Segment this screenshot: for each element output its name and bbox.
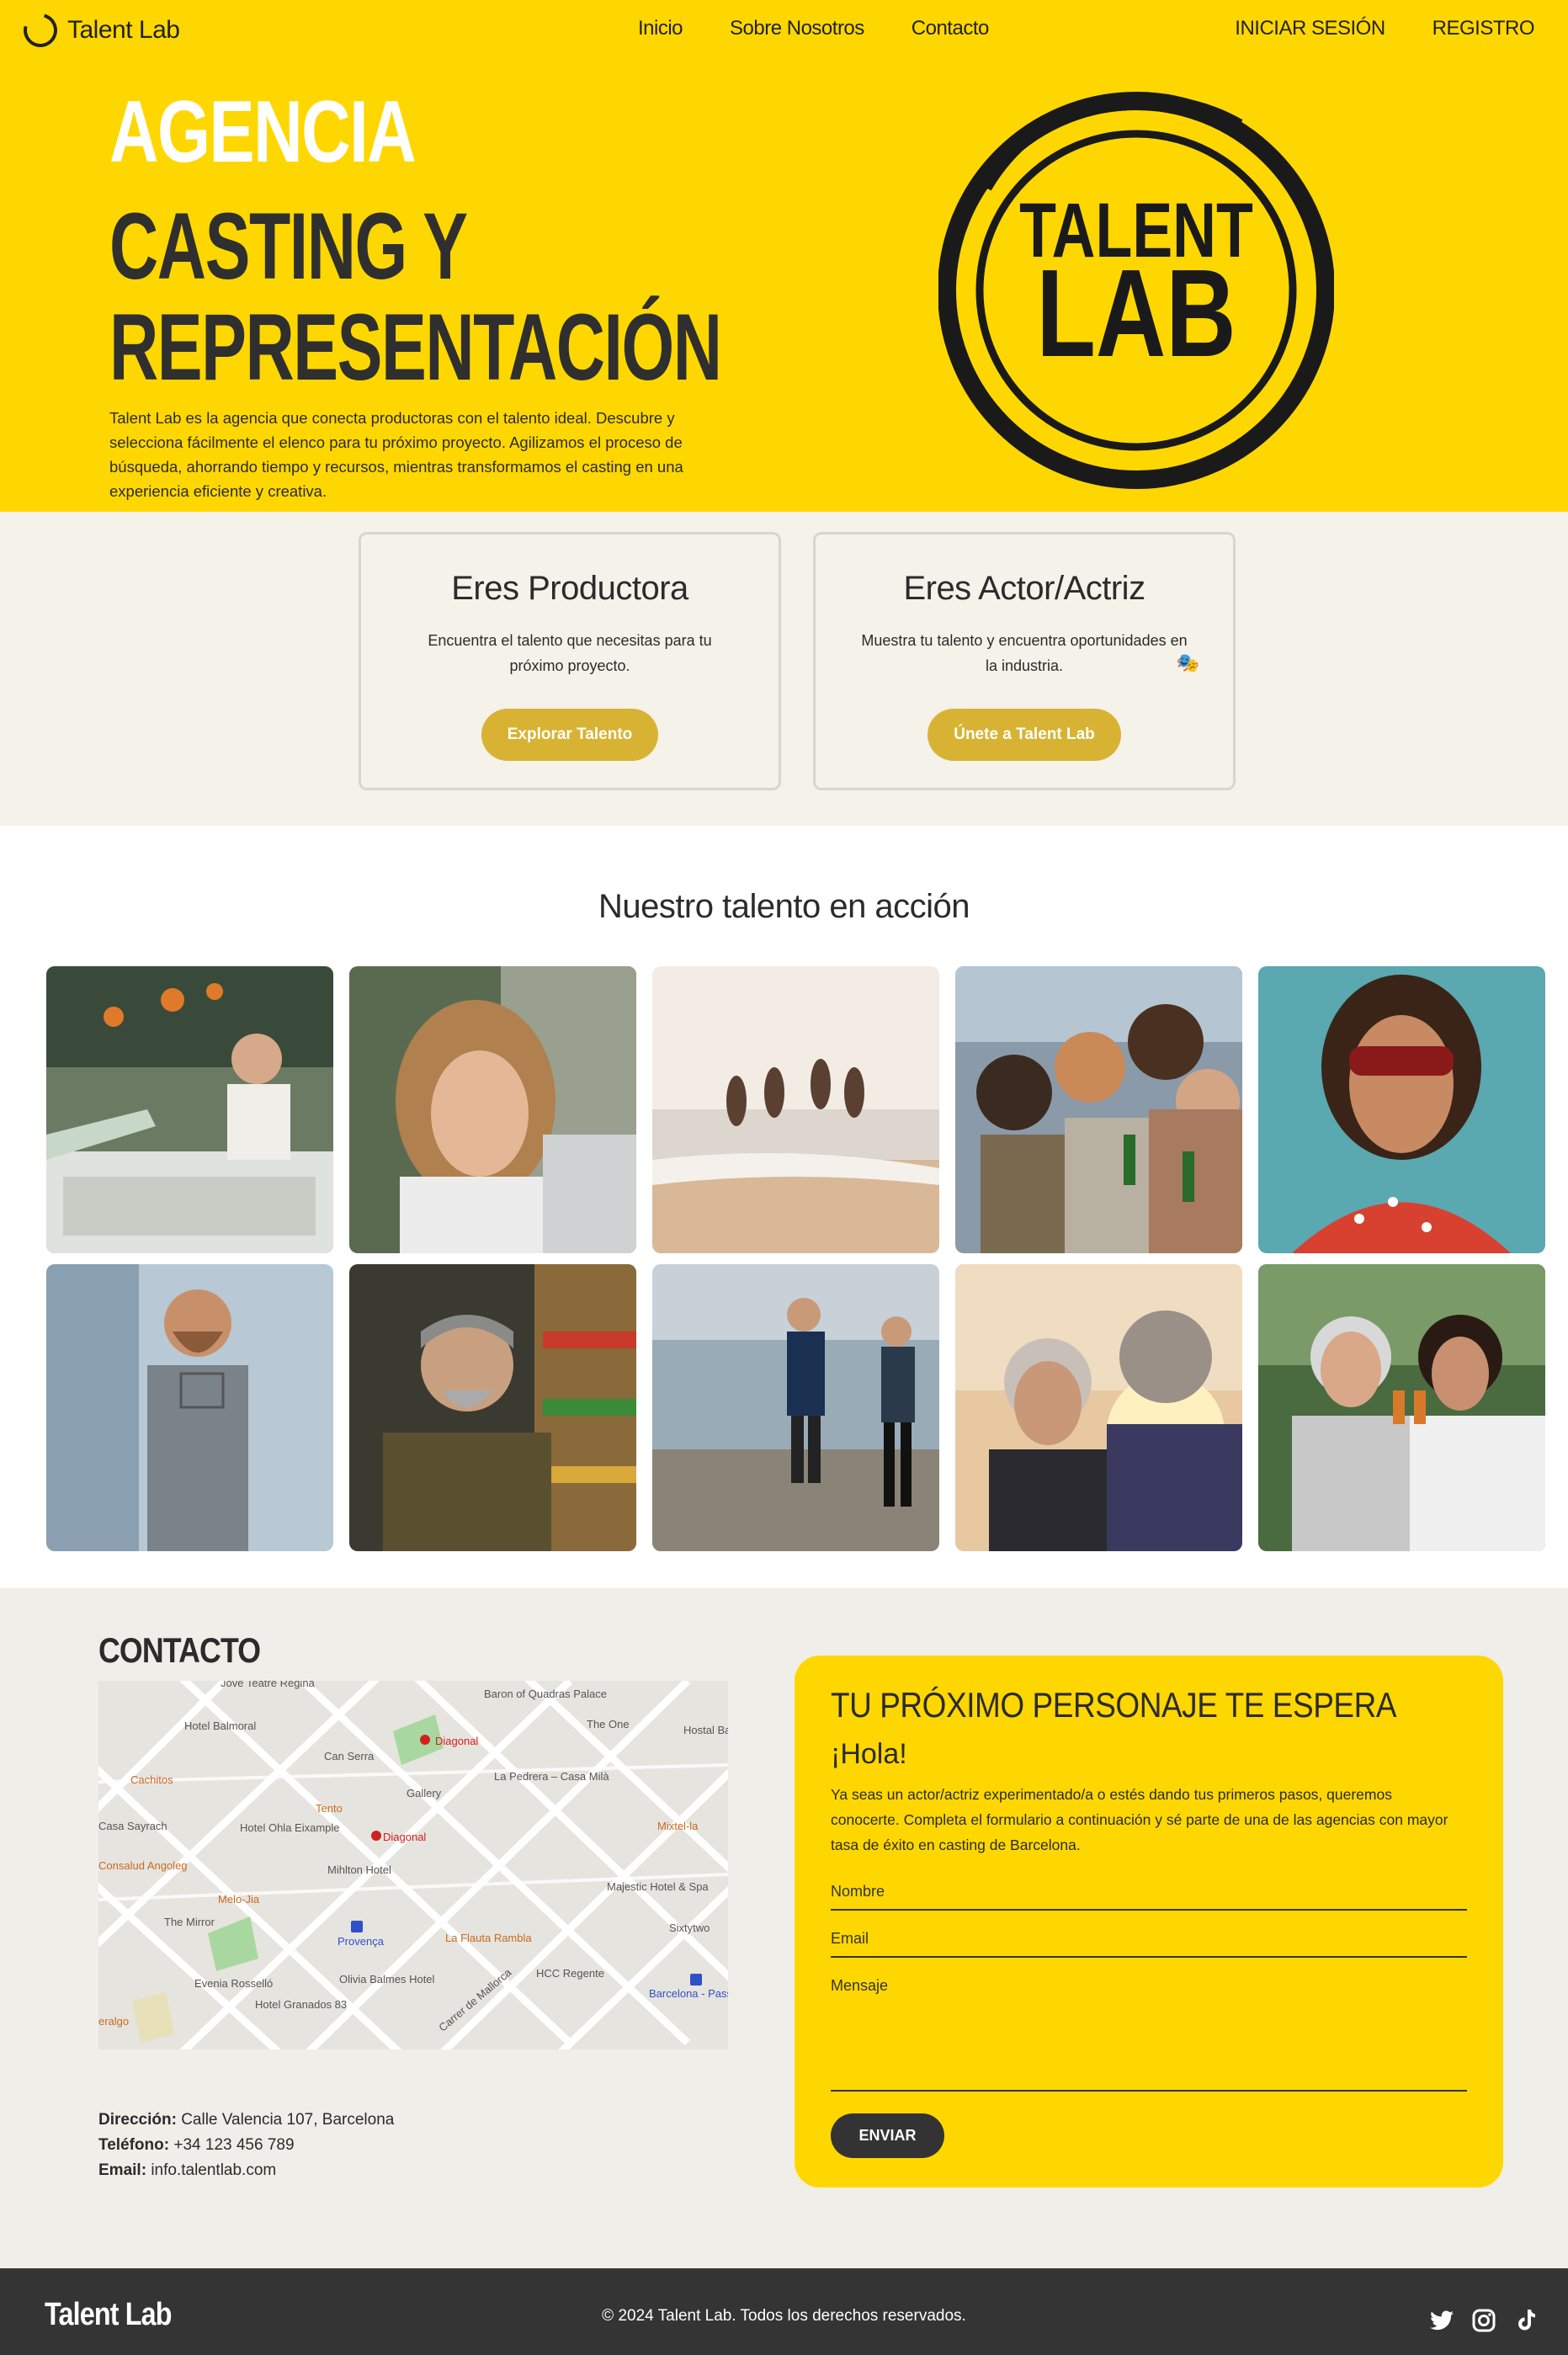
hero-title-line2: CASTING Y: [109, 194, 468, 299]
email-field[interactable]: Email: [831, 1930, 1467, 1958]
actor-card-title: Eres Actor/Actriz: [903, 570, 1145, 607]
map-label: Mihlton Hotel: [327, 1863, 391, 1876]
explore-talent-button[interactable]: Explorar Talento: [481, 709, 659, 761]
map-label: Mixtel-la: [657, 1820, 699, 1832]
footer-copyright: © 2024 Talent Lab. Todos los derechos re…: [602, 2307, 966, 2325]
gallery-photo-friends-beer[interactable]: [955, 966, 1242, 1253]
map-label: Diagonal: [383, 1831, 426, 1843]
hero-title-main: CASTING Y REPRESENTACIÓN: [109, 194, 722, 400]
map-label: Tento: [316, 1802, 343, 1815]
form-title: TU PRÓXIMO PERSONAJE TE ESPERA: [831, 1685, 1397, 1725]
map-label: Hotel Ohla Eixample: [240, 1821, 340, 1834]
gallery-photo-beach-jump[interactable]: [652, 966, 939, 1253]
location-map[interactable]: Jove Teatre Regina Baron of Quadras Pala…: [98, 1681, 728, 2049]
contact-info: Dirección: Calle Valencia 107, Barcelona…: [98, 2108, 394, 2183]
main-nav: Inicio Sobre Nosotros Contacto: [638, 17, 989, 40]
gallery-photo-women-drinks[interactable]: [1258, 1264, 1545, 1551]
actor-card-text: Muestra tu talento y encuentra oportunid…: [861, 632, 1188, 674]
map-label: Jove Teatre Regina: [221, 1681, 316, 1689]
login-link[interactable]: INICIAR SESIÓN: [1235, 17, 1385, 40]
message-field[interactable]: Mensaje: [831, 1977, 1467, 2092]
producer-card: Eres Productora Encuentra el talento que…: [359, 532, 781, 790]
actor-card: Eres Actor/Actriz Muestra tu talento y e…: [813, 532, 1236, 790]
map-label: Barcelona - Passeig de Gr: [649, 1987, 728, 2000]
brand-logo-icon: [17, 7, 64, 54]
gallery-photo-man-supermarket[interactable]: [349, 1264, 636, 1551]
hero-title-line3: REPRESENTACIÓN: [109, 294, 722, 400]
map-label: Hostal Bar Khro: [683, 1724, 728, 1736]
gallery-photo-runners[interactable]: [652, 1264, 939, 1551]
auth-nav: INICIAR SESIÓN REGISTRO: [1235, 17, 1534, 40]
hero-section: AGENCIA CASTING Y REPRESENTACIÓN Talent …: [0, 63, 1568, 512]
gallery-photo-bakery[interactable]: [46, 966, 333, 1253]
map-label: Sixtytwo: [669, 1922, 710, 1934]
nav-link-inicio[interactable]: Inicio: [638, 17, 683, 40]
phone-value[interactable]: +34 123 456 789: [173, 2136, 294, 2154]
form-description: Ya seas un actor/actriz experimentado/a …: [831, 1786, 1448, 1853]
map-label: Olivia Balmes Hotel: [339, 1973, 435, 1986]
gallery-photo-woman-car[interactable]: [349, 966, 636, 1253]
map-label: Consalud Angoleg: [98, 1859, 188, 1872]
join-talent-lab-button[interactable]: Únete a Talent Lab: [928, 709, 1121, 761]
gallery-photo-couple-sunset[interactable]: [955, 1264, 1242, 1551]
register-link[interactable]: REGISTRO: [1432, 17, 1535, 40]
contact-title: CONTACTO: [98, 1630, 261, 1670]
map-label: La Pedrera – Casa Milà: [494, 1770, 609, 1783]
map-label: Evenia Rosselló: [194, 1977, 273, 1990]
theater-mask-icon: 🎭: [1176, 652, 1199, 673]
talent-lab-logo: TALENT LAB: [938, 88, 1335, 492]
map-label: Baron of Quadras Palace: [484, 1688, 607, 1700]
address-value: Calle Valencia 107, Barcelona: [181, 2111, 395, 2129]
instagram-icon[interactable]: [1470, 2307, 1497, 2334]
map-label: Cachitos: [130, 1773, 173, 1786]
gallery-photo-woman-sunglasses[interactable]: [1258, 966, 1545, 1253]
producer-card-text: Encuentra el talento que necesitas para …: [428, 632, 712, 674]
twitter-icon[interactable]: [1428, 2307, 1455, 2334]
address-line: Dirección: Calle Valencia 107, Barcelona: [98, 2108, 394, 2133]
gallery-photo-man-cart[interactable]: [46, 1264, 333, 1551]
map-label: The Mirror: [164, 1916, 215, 1928]
map-label: eralgo: [98, 2015, 129, 2028]
hero-title-agencia: AGENCIA: [109, 83, 417, 181]
map-label: Majestic Hotel & Spa: [607, 1880, 709, 1893]
form-greeting: ¡Hola!: [831, 1738, 907, 1770]
map-label: Can Serra: [324, 1750, 375, 1762]
map-label: HCC Regente: [536, 1967, 604, 1980]
tiktok-icon[interactable]: [1512, 2307, 1539, 2334]
address-label: Dirección:: [98, 2111, 177, 2129]
map-label: Provença: [338, 1935, 385, 1948]
brand-name: Talent Lab: [67, 16, 180, 44]
contact-section: CONTACTO Jove Teatre Regina Baron of Qua…: [0, 1588, 1568, 2268]
logo-text-lab: LAB: [1036, 244, 1236, 383]
map-label: Hotel Granados 83: [255, 1998, 347, 2011]
name-field[interactable]: Nombre: [831, 1883, 1467, 1911]
phone-label: Teléfono:: [98, 2136, 170, 2154]
nav-link-sobre-nosotros[interactable]: Sobre Nosotros: [730, 17, 864, 40]
map-label: Casa Sayrach: [98, 1820, 167, 1832]
map-label: The One: [587, 1718, 630, 1730]
map-label: Melo-Jia: [218, 1893, 260, 1906]
top-navbar: Talent Lab Inicio Sobre Nosotros Contact…: [0, 0, 1568, 63]
producer-card-title: Eres Productora: [451, 570, 688, 607]
brand-link[interactable]: Talent Lab: [17, 7, 180, 54]
phone-line: Teléfono: +34 123 456 789: [98, 2133, 394, 2158]
site-footer: Talent Lab © 2024 Talent Lab. Todos los …: [0, 2268, 1568, 2355]
email-line: Email: info.talentlab.com: [98, 2158, 394, 2183]
send-button[interactable]: ENVIAR: [831, 2113, 944, 2158]
audience-chooser-section: Eres Productora Encuentra el talento que…: [0, 512, 1568, 826]
map-label: Gallery: [407, 1787, 442, 1799]
map-label: Diagonal: [435, 1735, 478, 1747]
hero-description: Talent Lab es la agencia que conecta pro…: [109, 409, 683, 500]
nav-link-contacto[interactable]: Contacto: [912, 17, 990, 40]
gallery-title: Nuestro talento en acción: [598, 888, 970, 925]
map-label: La Flauta Rambla: [445, 1932, 532, 1944]
talent-gallery: [46, 966, 1545, 1551]
social-links: [1428, 2307, 1539, 2334]
email-label: Email:: [98, 2161, 147, 2179]
casting-form-card: TU PRÓXIMO PERSONAJE TE ESPERA ¡Hola! Ya…: [795, 1656, 1503, 2188]
map-label: Hotel Balmoral: [184, 1720, 256, 1732]
email-value[interactable]: info.talentlab.com: [151, 2161, 276, 2179]
